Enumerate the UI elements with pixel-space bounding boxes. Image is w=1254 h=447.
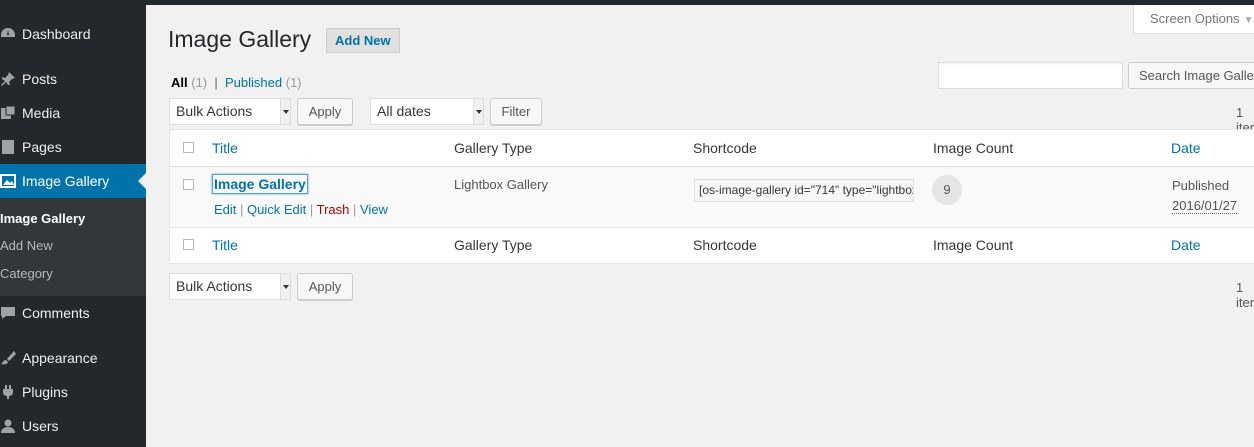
column-shortcode-footer: Shortcode bbox=[693, 237, 757, 253]
select-all-checkbox-bottom[interactable] bbox=[183, 239, 194, 250]
date-cell: Published 2016/01/27 bbox=[1172, 176, 1238, 216]
plugin-icon bbox=[0, 375, 22, 409]
gallery-icon bbox=[0, 164, 22, 198]
search-input[interactable] bbox=[938, 62, 1123, 89]
page-title: Image Gallery bbox=[168, 26, 312, 52]
sidebar-item-label: Image Gallery bbox=[22, 173, 110, 189]
filter-button[interactable]: Filter bbox=[490, 98, 542, 125]
column-image-count-header: Image Count bbox=[933, 140, 1014, 156]
column-shortcode-header: Shortcode bbox=[693, 140, 757, 156]
date-filter-value: All dates bbox=[377, 103, 431, 119]
row-divider bbox=[170, 227, 1254, 228]
post-status: Published bbox=[1172, 178, 1230, 193]
column-gallery-type-header: Gallery Type bbox=[454, 140, 533, 156]
row-action-quick-edit[interactable]: Quick Edit bbox=[247, 202, 306, 217]
item-count-bottom: 1 item bbox=[1236, 280, 1254, 310]
sidebar-item-pages[interactable]: Pages bbox=[0, 130, 146, 164]
filter-all-link[interactable]: All bbox=[171, 75, 188, 90]
gallery-list-table: Title Gallery Type Shortcode Image Count… bbox=[169, 129, 1254, 264]
column-title-header[interactable]: Title bbox=[212, 140, 238, 156]
bulk-actions-select-bottom[interactable]: Bulk Actions bbox=[169, 273, 291, 300]
shortcode-field[interactable]: [os-image-gallery id="714" type="lightbo… bbox=[694, 179, 914, 202]
row-action-trash[interactable]: Trash bbox=[317, 202, 350, 217]
select-arrow-icon bbox=[280, 99, 290, 124]
screen-options-button[interactable]: Screen Options ▼ bbox=[1133, 5, 1254, 34]
image-count-badge: 9 bbox=[932, 175, 962, 205]
sidebar-item-comments[interactable]: Comments bbox=[0, 296, 146, 330]
bulk-actions-value: Bulk Actions bbox=[176, 103, 253, 119]
sidebar-item-media[interactable]: Media bbox=[0, 96, 146, 130]
filter-separator: | bbox=[214, 75, 218, 90]
pin-icon bbox=[0, 62, 22, 96]
status-filters: All (1) | Published (1) bbox=[171, 75, 302, 90]
sidebar-item-label: Posts bbox=[22, 71, 58, 87]
submenu-item-image-gallery[interactable]: Image Gallery bbox=[0, 211, 85, 226]
row-action-view[interactable]: View bbox=[360, 202, 388, 217]
sidebar-item-label: Plugins bbox=[22, 384, 68, 400]
submenu-item-category[interactable]: Category bbox=[0, 266, 53, 281]
media-icon bbox=[0, 96, 22, 130]
sidebar-item-appearance[interactable]: Appearance bbox=[0, 341, 146, 375]
sidebar-item-image-gallery[interactable]: Image Gallery bbox=[0, 164, 146, 198]
row-title-link[interactable]: Image Gallery bbox=[212, 174, 308, 194]
comments-icon bbox=[0, 296, 22, 330]
sidebar-item-label: Comments bbox=[22, 305, 90, 321]
admin-sidebar: Dashboard Posts Media Pages Image Galler… bbox=[0, 0, 146, 447]
date-filter-select[interactable]: All dates bbox=[370, 98, 484, 125]
post-date: 2016/01/27 bbox=[1172, 198, 1238, 214]
sidebar-item-label: Appearance bbox=[22, 350, 98, 366]
row-action-edit[interactable]: Edit bbox=[214, 202, 236, 217]
sidebar-item-label: Dashboard bbox=[22, 26, 91, 42]
brush-icon bbox=[0, 341, 22, 375]
row-checkbox[interactable] bbox=[183, 179, 194, 190]
column-title-footer[interactable]: Title bbox=[212, 237, 238, 253]
row-actions: Edit | Quick Edit | Trash | View bbox=[214, 202, 388, 217]
column-image-count-footer: Image Count bbox=[933, 237, 1014, 253]
filter-published-link[interactable]: Published bbox=[225, 75, 282, 90]
column-date-header[interactable]: Date bbox=[1171, 140, 1201, 156]
sidebar-item-users[interactable]: Users bbox=[0, 409, 146, 443]
search-button[interactable]: Search Image Galleries bbox=[1128, 62, 1254, 89]
bulk-actions-value: Bulk Actions bbox=[176, 278, 253, 294]
add-new-button[interactable]: Add New bbox=[326, 28, 400, 53]
apply-button-top[interactable]: Apply bbox=[297, 98, 353, 125]
sidebar-item-posts[interactable]: Posts bbox=[0, 62, 146, 96]
screen-options-label: Screen Options bbox=[1150, 11, 1240, 26]
caret-down-icon: ▼ bbox=[1243, 15, 1254, 26]
sidebar-item-plugins[interactable]: Plugins bbox=[0, 375, 146, 409]
sidebar-submenu: Image Gallery Add New Category bbox=[0, 198, 146, 296]
admin-bar bbox=[0, 0, 1254, 5]
select-all-checkbox-top[interactable] bbox=[183, 142, 194, 153]
column-gallery-type-footer: Gallery Type bbox=[454, 237, 533, 253]
sidebar-item-label: Pages bbox=[22, 139, 62, 155]
sidebar-item-label: Media bbox=[22, 105, 61, 121]
apply-button-bottom[interactable]: Apply bbox=[297, 273, 353, 300]
users-icon bbox=[0, 409, 22, 443]
gallery-type-cell: Lightbox Gallery bbox=[454, 177, 548, 192]
submenu-item-add-new[interactable]: Add New bbox=[0, 238, 53, 253]
dashboard-icon bbox=[0, 17, 22, 51]
filter-published-count: (1) bbox=[285, 75, 302, 90]
filter-all-count: (1) bbox=[191, 75, 208, 90]
sidebar-item-dashboard[interactable]: Dashboard bbox=[0, 17, 146, 51]
sidebar-item-label: Users bbox=[22, 418, 59, 434]
bulk-actions-select-top[interactable]: Bulk Actions bbox=[169, 98, 291, 125]
page-icon bbox=[0, 130, 22, 164]
select-arrow-icon bbox=[280, 274, 290, 299]
select-arrow-icon bbox=[473, 99, 483, 124]
column-date-footer[interactable]: Date bbox=[1171, 237, 1201, 253]
